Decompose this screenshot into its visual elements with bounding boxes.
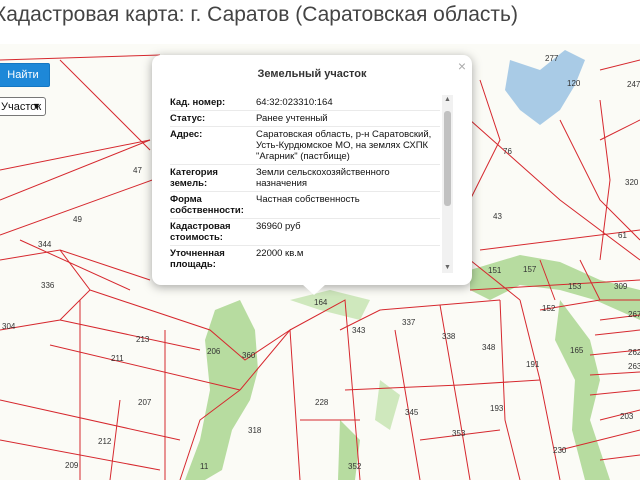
map-plot-label: 304 — [2, 322, 16, 331]
map-plot-label: 344 — [38, 240, 52, 249]
map-plot-label: 228 — [315, 398, 329, 407]
info-row: Адрес: Саратовская область, р-н Саратовс… — [170, 127, 440, 165]
scroll-up-icon[interactable]: ▲ — [442, 95, 453, 105]
map-plot-label: 47 — [133, 166, 142, 175]
popup-info-table: Кад. номер: 64:32:023310:164 Статус: Ран… — [170, 95, 440, 271]
info-row: Категория земель: Земли сельскохозяйстве… — [170, 165, 440, 192]
map-plot-label: 209 — [65, 461, 79, 470]
info-value: Частная собственность — [256, 194, 360, 205]
map-plot-label: 151 — [488, 266, 502, 275]
map-plot-label: 247 — [627, 80, 640, 89]
map-plot-label: 337 — [402, 318, 416, 327]
info-key: Кад. номер: — [170, 97, 226, 108]
map-plot-label: 120 — [567, 79, 581, 88]
popup-scrollbar[interactable]: ▲ ▼ — [442, 95, 453, 273]
scrollbar-thumb[interactable] — [444, 111, 451, 206]
info-key: Кадастровая стоимость: — [170, 221, 231, 243]
map-plot-label: 206 — [207, 347, 221, 356]
map-plot-label: 203 — [620, 412, 634, 421]
land-plot-popup: Земельный участок × Кад. номер: 64:32:02… — [152, 55, 472, 285]
map-plot-label: 49 — [73, 215, 82, 224]
info-key: Адрес: — [170, 129, 203, 140]
map-plot-label: 309 — [614, 282, 628, 291]
title-bar: Кадастровая карта: г. Саратов (Саратовск… — [0, 0, 640, 44]
map-plot-label: 191 — [526, 360, 540, 369]
info-value: 36960 руб — [256, 221, 301, 232]
map-plot-label: 338 — [442, 332, 456, 341]
page-title: Кадастровая карта: г. Саратов (Саратовск… — [0, 3, 518, 26]
info-key: Уточненная площадь: — [170, 248, 225, 270]
map-plot-label: 348 — [482, 343, 496, 352]
map-plot-label: 262 — [628, 348, 640, 357]
info-row: Кадастровая стоимость: 36960 руб — [170, 219, 440, 246]
info-value: Ранее учтенный — [256, 113, 328, 124]
map-plot-label: 352 — [348, 462, 362, 471]
map-plot-label: 153 — [568, 282, 582, 291]
map-plot-label: 267 — [628, 310, 640, 319]
info-key: Статус: — [170, 113, 206, 124]
map-plot-label: 211 — [111, 354, 124, 363]
map-plot-label: 152 — [542, 304, 556, 313]
info-value: 22000 кв.м — [256, 248, 304, 259]
map-plot-label: 318 — [248, 426, 262, 435]
chevron-down-icon: ▼ — [32, 101, 41, 111]
map-plot-label: 320 — [625, 178, 639, 187]
info-row: Форма собственности: Частная собственнос… — [170, 192, 440, 219]
map-plot-label: 213 — [136, 335, 150, 344]
info-value: 64:32:023310:164 — [256, 97, 333, 108]
info-row: Уточненная площадь: 22000 кв.м — [170, 246, 440, 271]
map-plot-label: 263 — [628, 362, 640, 371]
popup-pointer — [302, 284, 326, 295]
info-row: Статус: Ранее учтенный — [170, 111, 440, 127]
map-plot-label: 193 — [490, 404, 504, 413]
info-row: Кад. номер: 64:32:023310:164 — [170, 95, 440, 111]
close-icon[interactable]: × — [458, 58, 466, 74]
info-value: Земли сельскохозяйственного назначения — [256, 167, 390, 189]
popup-title: Земельный участок — [257, 68, 367, 80]
search-type-select[interactable]: Участок ▼ — [0, 97, 46, 116]
map-plot-label: 207 — [138, 398, 152, 407]
map-plot-label: 43 — [493, 212, 502, 221]
map-plot-label: 165 — [570, 346, 584, 355]
map-plot-label: 212 — [98, 437, 112, 446]
map-plot-label: 277 — [545, 54, 559, 63]
map-plot-label: 61 — [618, 231, 627, 240]
map-plot-label: 345 — [405, 408, 419, 417]
scroll-down-icon[interactable]: ▼ — [442, 263, 453, 273]
info-value: Саратовская область, р-н Саратовский, Ус… — [256, 129, 432, 162]
map-plot-label: 164 — [314, 298, 328, 307]
map-plot-label: 360 — [242, 351, 256, 360]
map-plot-label: 76 — [503, 147, 512, 156]
map-plot-label: 11 — [200, 462, 209, 471]
map-plot-label: 343 — [352, 326, 366, 335]
info-key: Форма собственности: — [170, 194, 244, 216]
map-plot-label: 353 — [452, 429, 466, 438]
find-button[interactable]: Найти — [0, 63, 50, 87]
map-plot-label: 230 — [553, 446, 567, 455]
map-plot-label: 336 — [41, 281, 55, 290]
map-plot-label: 157 — [523, 265, 537, 274]
info-key: Категория земель: — [170, 167, 218, 189]
